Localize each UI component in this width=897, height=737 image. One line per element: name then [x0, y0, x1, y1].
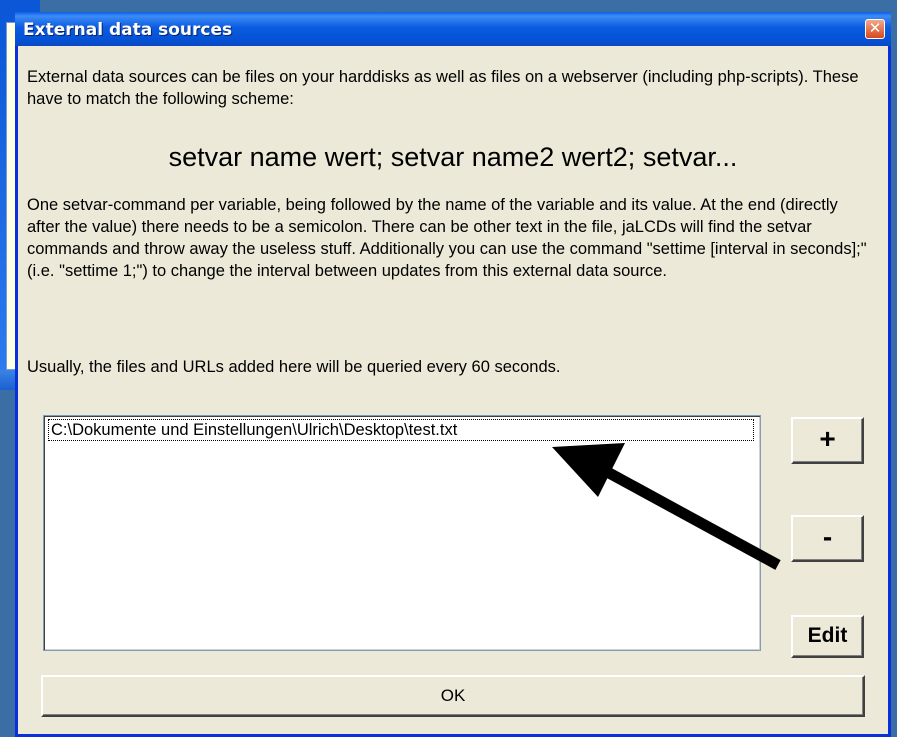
query-note-text: Usually, the files and URLs added here w… [27, 358, 561, 376]
external-data-sources-dialog: External data sources ✕ External data so… [15, 12, 891, 737]
sources-listbox[interactable]: C:\Dokumente und Einstellungen\Ulrich\De… [43, 415, 761, 651]
ok-button[interactable]: OK [41, 675, 865, 717]
explanation-text: One setvar-command per variable, being f… [27, 196, 867, 280]
intro-text: External data sources can be files on yo… [27, 68, 859, 108]
window-title: External data sources [23, 20, 233, 40]
add-source-button[interactable]: + [791, 417, 864, 464]
edit-source-button[interactable]: Edit [791, 615, 864, 658]
list-item[interactable]: C:\Dokumente und Einstellungen\Ulrich\De… [48, 419, 754, 441]
title-bar[interactable]: External data sources ✕ [15, 12, 891, 46]
close-icon[interactable]: ✕ [865, 19, 885, 39]
scheme-text: setvar name wert; setvar name2 wert2; se… [168, 142, 738, 172]
remove-source-button[interactable]: - [791, 515, 864, 562]
